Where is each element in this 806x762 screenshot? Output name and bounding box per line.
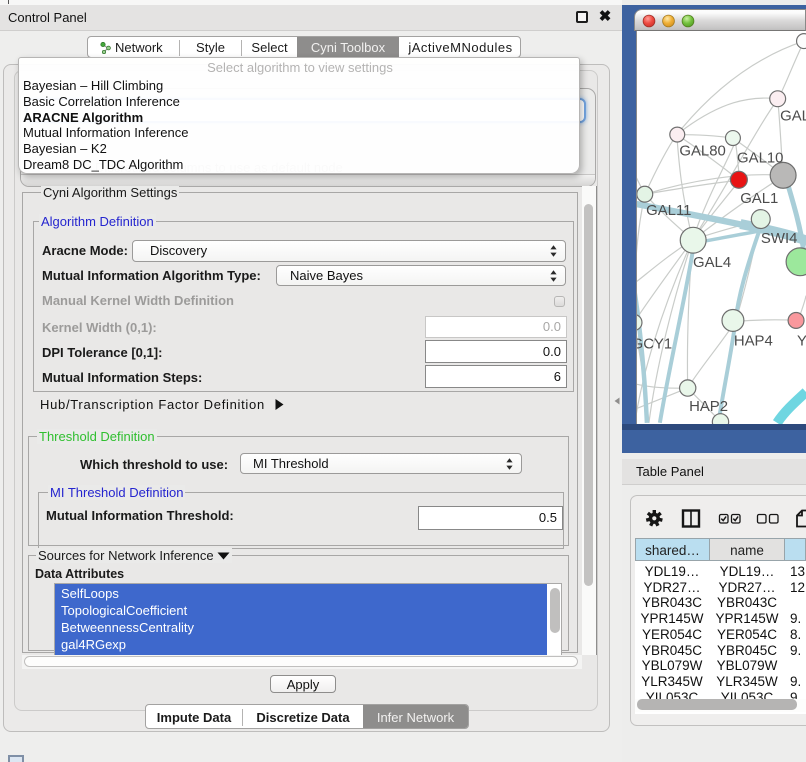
svg-text:GAL1: GAL1	[740, 191, 778, 207]
svg-text:GAL4: GAL4	[693, 255, 731, 271]
svg-text:GAL80: GAL80	[679, 143, 725, 159]
svg-text:GCY1: GCY1	[636, 336, 672, 352]
svg-text:HAP2: HAP2	[689, 399, 728, 415]
svg-text:Y: Y	[797, 333, 806, 349]
svg-text:GAL10: GAL10	[737, 150, 783, 166]
svg-text:GAL7: GAL7	[780, 109, 806, 125]
svg-text:GAL11: GAL11	[646, 203, 691, 219]
svg-text:HAP4: HAP4	[734, 333, 773, 349]
svg-text:SWI4: SWI4	[761, 231, 797, 247]
